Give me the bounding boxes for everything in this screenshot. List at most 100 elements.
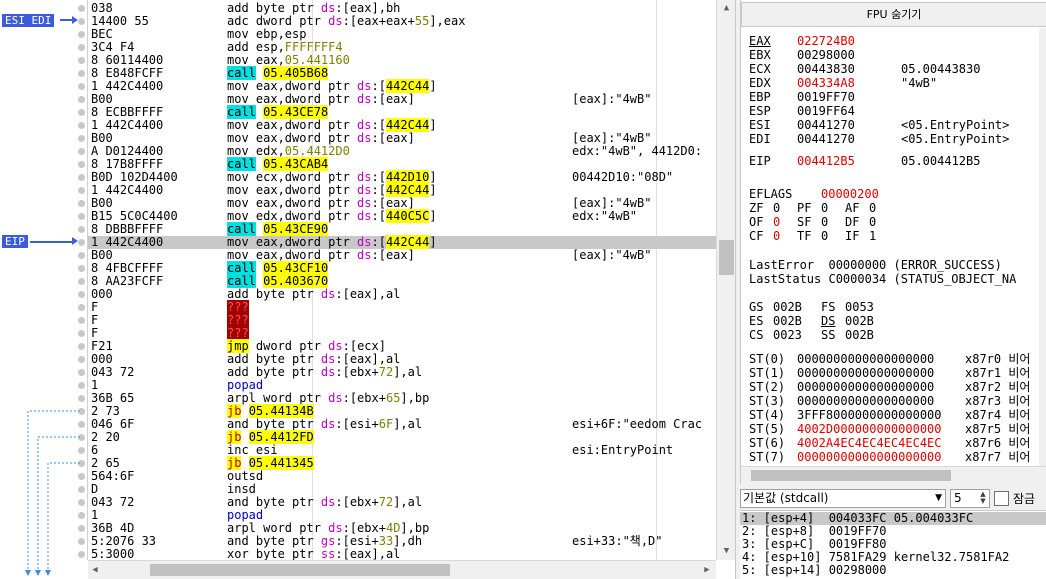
scrollbar-thumb[interactable]: [719, 240, 734, 275]
instruction-token: ???: [227, 300, 249, 314]
fpu-register-tag: x87r7 비어: [965, 450, 1031, 464]
instruction-token: :[esi+: [335, 417, 379, 431]
flag-name: CF: [749, 229, 764, 243]
instruction-row[interactable]: 046 6F and byte ptr ds:[esi+6F],al esi+6F:…: [88, 418, 716, 431]
instruction-token: mov eax,dword ptr: [227, 92, 358, 106]
instruction-token: 33: [378, 534, 394, 548]
instruction-token: :[eax],al: [335, 547, 401, 561]
instruction-row[interactable]: B00 mov eax,dword ptr ds:[eax] [eax]:"4wB": [88, 249, 716, 262]
register-name: EBX: [749, 48, 771, 62]
instruction-list[interactable]: 038 add byte ptr ds:[eax],bh 14400 55 adc d…: [88, 0, 716, 560]
instruction-row[interactable]: 3C4 F4 add esp,FFFFFFF4: [88, 41, 716, 54]
arg-count-spinner[interactable]: 5 ▲ ▼: [950, 489, 990, 508]
scroll-down-icon[interactable]: ▼: [717, 543, 736, 560]
register-name: EIP: [749, 154, 771, 168]
instruction-token: :[: [371, 79, 386, 93]
instruction-token: :[: [371, 170, 386, 184]
instruction-row[interactable]: 564:6F outsd: [88, 470, 716, 483]
instruction-token: jb: [227, 404, 242, 418]
instruction-token: ds: [357, 79, 372, 93]
registers-vertical-scrollbar[interactable]: [1039, 28, 1046, 468]
registers-panel[interactable]: FPU 숨기기 EAX 022724B0 EBX 00298000 ECX 0044383…: [740, 0, 1046, 484]
register-value: 0019FF70: [797, 90, 855, 104]
instruction-token: ds: [320, 365, 336, 379]
instruction-token: ds: [328, 339, 343, 353]
instruction-row[interactable]: BEC mov ebp,esp: [88, 28, 716, 41]
instruction-token: ds: [320, 352, 336, 366]
segment-name: CS: [749, 328, 764, 342]
instruction-token: 05.43CF10: [263, 261, 329, 275]
instruction-token: mov eax,dword ptr: [227, 248, 358, 262]
call-args-list[interactable]: 1: [esp+4] 004033FC 05.004033FC 2: [esp+8…: [740, 510, 1046, 579]
instruction-token: 05.4412FD: [248, 430, 314, 444]
instruction-token: mov edx,: [227, 144, 285, 158]
fpu-register-value: 0000000000000000000: [797, 394, 935, 408]
instruction-row[interactable]: 14400 55 adc dword ptr ds:[eax+eax+55],ea…: [88, 15, 716, 28]
instruction-token: mov eax,dword ptr: [227, 118, 358, 132]
register-name: ECX: [749, 62, 771, 76]
calling-convention-select[interactable]: 기본값 (stdcall) ▼: [740, 489, 946, 508]
instruction-row[interactable]: 2 65 jb 05.441345: [88, 456, 716, 470]
scroll-up-icon[interactable]: ▲: [717, 0, 736, 17]
register-name: EAX: [749, 34, 771, 48]
fpu-register-name: ST(1): [749, 366, 786, 380]
fpu-register-value: 3FFF8000000000000000: [797, 408, 942, 422]
instruction-token: call: [227, 261, 256, 275]
instruction-token: 442C44: [385, 183, 430, 197]
instruction-row[interactable]: 5:2076 33 and byte ptr gs:[esi+33],dh esi+…: [88, 535, 716, 548]
instruction-row[interactable]: 043 72 add byte ptr ds:[ebx+72],al: [88, 366, 716, 379]
instruction-row[interactable]: F???: [88, 300, 716, 314]
fpu-register-value: 4002D000000000000000: [797, 422, 942, 436]
instruction-row[interactable]: B15 5C0C4400 mov edx,dword ptr ds:[440C5C…: [88, 209, 716, 223]
scrollbar-thumb[interactable]: [751, 470, 951, 481]
scroll-left-icon[interactable]: ◀: [88, 562, 102, 579]
instruction-token: [241, 404, 248, 418]
instruction-token: 4D: [385, 521, 401, 535]
spinner-arrows-icon[interactable]: ▲ ▼: [978, 491, 988, 506]
register-name: EDX: [749, 76, 771, 90]
lock-checkbox[interactable]: [994, 491, 1009, 506]
disasm-horizontal-scrollbar[interactable]: ◀ ▶: [88, 560, 716, 579]
instruction-row[interactable]: 5:3000 xor byte ptr ss:[eax],al: [88, 547, 716, 561]
instruction-token: :[: [371, 183, 386, 197]
register-value: 022724B0: [797, 34, 855, 48]
instruction-token: ]: [429, 209, 437, 223]
registers-horizontal-scrollbar[interactable]: [741, 466, 1046, 484]
register-name: ESI: [749, 118, 771, 132]
fpu-register-tag: x87r0 비어: [965, 352, 1031, 366]
call-arg-row[interactable]: 5: [esp+14] 00298000: [742, 564, 887, 577]
instruction-token: ds: [320, 1, 336, 15]
instruction-row[interactable]: F???: [88, 313, 716, 327]
instruction-row[interactable]: 000 add byte ptr ds:[eax],al: [88, 288, 716, 301]
instruction-token: and byte ptr: [227, 495, 321, 509]
fpu-register-value: 4002A4EC4EC4EC4EC4EC: [797, 436, 942, 450]
instruction-token: and byte ptr: [227, 417, 321, 431]
instruction-row[interactable]: A D0124400 mov edx,05.4412D0 edx:"4wB", 44…: [88, 145, 716, 158]
disasm-vertical-scrollbar[interactable]: ▲ ▼: [716, 0, 735, 560]
instruction-token: ss: [320, 547, 336, 561]
instruction-row[interactable]: 8 60114400 mov eax,05.441160: [88, 54, 716, 67]
instruction-row[interactable]: F21 jmp dword ptr ds:[ecx]: [88, 339, 716, 353]
instruction-row[interactable]: 6 inc esi esi:EntryPoint: [88, 444, 716, 457]
instruction-row[interactable]: 36B 65 arpl word ptr ds:[ebx+65],bp: [88, 392, 716, 405]
fpu-register-value: 0000000000000000000: [797, 380, 935, 394]
register-value: 004412B5: [797, 154, 855, 168]
instruction-token: ],al: [393, 417, 423, 431]
scrollbar-thumb[interactable]: [150, 564, 450, 576]
fpu-register-name: ST(3): [749, 394, 786, 408]
hide-fpu-button[interactable]: FPU 숨기기: [741, 2, 1046, 27]
instruction-row[interactable]: 8 AA23FCFF call 05.403670: [88, 274, 716, 288]
instruction-row[interactable]: 8 4FBCFFFF call 05.43CF10: [88, 261, 716, 275]
instruction-row[interactable]: 043 72 and byte ptr ds:[ebx+72],al: [88, 496, 716, 509]
disassembly-view[interactable]: 038 add byte ptr ds:[eax],bh 14400 55 adc d…: [0, 0, 736, 579]
segment-value: 002B: [773, 314, 802, 328]
instruction-token: ]: [429, 183, 437, 197]
segment-value: 0053: [845, 300, 874, 314]
instruction-token: :[ebx+: [342, 391, 386, 405]
instruction-row[interactable]: F???: [88, 326, 716, 340]
flag-value: 0: [773, 201, 781, 215]
flag-name: TF: [797, 229, 812, 243]
flag-value: 0: [773, 215, 781, 229]
instruction-row[interactable]: B00 mov eax,dword ptr ds:[eax] [eax]:"4wB": [88, 93, 716, 106]
scroll-right-icon[interactable]: ▶: [700, 562, 714, 579]
